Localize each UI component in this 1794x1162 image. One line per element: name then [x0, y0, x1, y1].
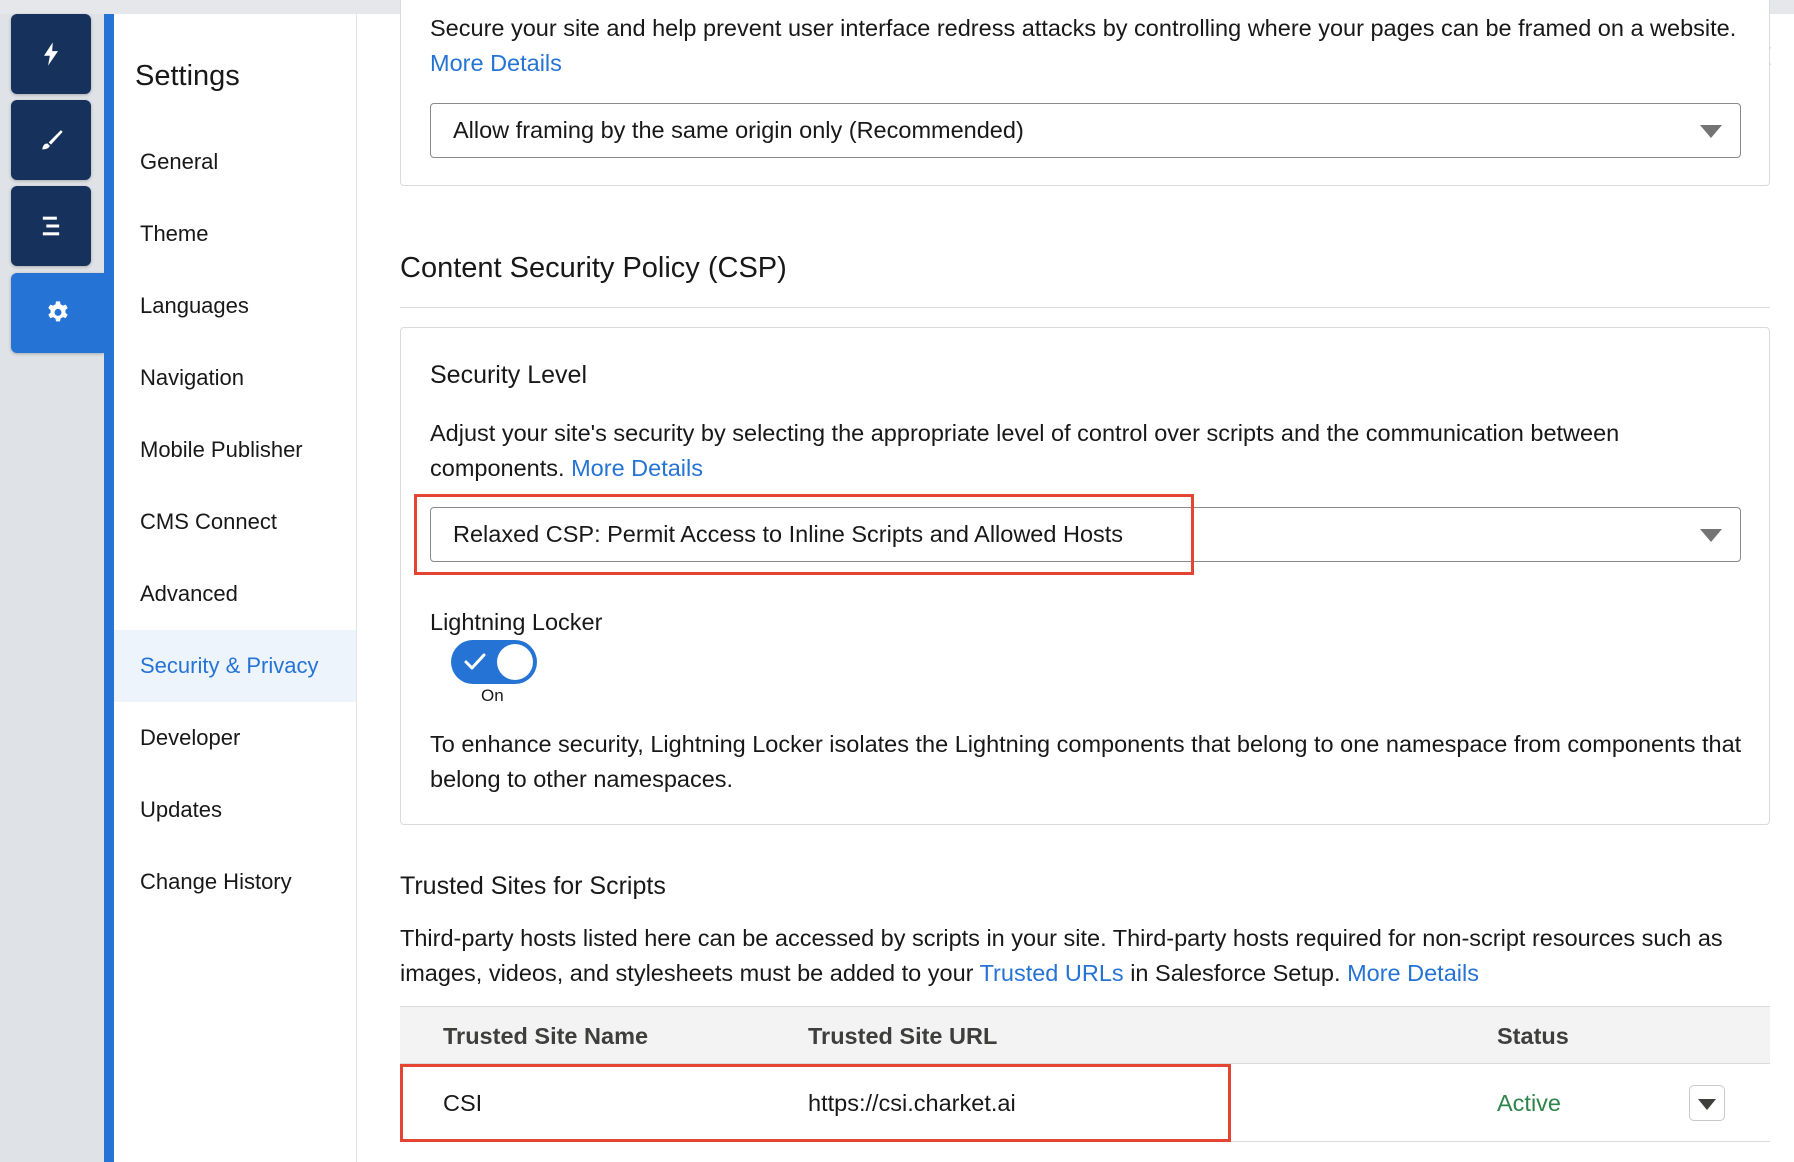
trusted-sites-table-header: Trusted Site Name Trusted Site URL Statu…: [400, 1006, 1770, 1064]
row-actions-button[interactable]: [1689, 1085, 1725, 1121]
nav-item-general[interactable]: General: [114, 126, 356, 198]
nav-item-languages[interactable]: Languages: [114, 270, 356, 342]
settings-title: Settings: [135, 60, 240, 92]
checkmark-icon: [464, 653, 486, 670]
nav-item-change-history[interactable]: Change History: [114, 846, 356, 918]
brush-icon: [42, 130, 63, 150]
column-header-status[interactable]: Status: [1497, 1007, 1569, 1065]
highlight-box-trusted-site-row: [400, 1064, 1231, 1142]
trusted-sites-description: Third-party hosts listed here can be acc…: [400, 921, 1780, 991]
trusted-sites-more-details-link[interactable]: More Details: [1347, 960, 1479, 986]
nav-item-security-privacy[interactable]: Security & Privacy: [114, 630, 356, 702]
csp-divider: [400, 307, 1770, 308]
security-level-title: Security Level: [430, 361, 588, 389]
menu-lines-icon: [42, 216, 60, 236]
settings-panel: Settings General Theme Languages Navigat…: [114, 14, 357, 1162]
column-header-url[interactable]: Trusted Site URL: [808, 1007, 997, 1065]
security-level-more-details-link[interactable]: More Details: [571, 455, 703, 481]
nav-item-cms-connect[interactable]: CMS Connect: [114, 486, 356, 558]
lightning-locker-description: To enhance security, Lightning Locker is…: [430, 731, 1742, 792]
lightning-rail-button[interactable]: [11, 14, 91, 94]
nav-item-advanced[interactable]: Advanced: [114, 558, 356, 630]
column-header-name[interactable]: Trusted Site Name: [443, 1007, 648, 1065]
clickjack-description: Secure your site and help prevent user i…: [430, 11, 1750, 81]
nav-item-developer[interactable]: Developer: [114, 702, 356, 774]
lightning-locker-toggle[interactable]: [451, 640, 537, 684]
lightning-icon: [44, 42, 58, 66]
icon-rail: [0, 14, 104, 1162]
nav-item-theme[interactable]: Theme: [114, 198, 356, 270]
status-badge: Active: [1497, 1089, 1561, 1116]
security-level-description: Adjust your site's security by selecting…: [430, 416, 1750, 486]
trusted-sites-description-text-2: in Salesforce Setup.: [1130, 960, 1341, 986]
clickjack-description-text: Secure your site and help prevent user i…: [430, 15, 1737, 41]
nav-item-mobile-publisher[interactable]: Mobile Publisher: [114, 414, 356, 486]
trusted-sites-heading: Trusted Sites for Scripts: [400, 872, 666, 900]
gear-icon: [47, 301, 68, 322]
chevron-down-icon: [1698, 1099, 1716, 1110]
clickjack-select-value: Allow framing by the same origin only (R…: [453, 117, 1024, 143]
lightning-locker-label: Lightning Locker: [430, 609, 603, 635]
settings-rail-button[interactable]: [11, 273, 104, 353]
pages-rail-button[interactable]: [11, 186, 91, 266]
highlight-box-csp-select: [414, 494, 1194, 575]
clickjack-more-details-link[interactable]: More Details: [430, 50, 562, 76]
nav-item-navigation[interactable]: Navigation: [114, 342, 356, 414]
csp-heading: Content Security Policy (CSP): [400, 252, 787, 284]
chevron-down-icon: [1700, 125, 1722, 138]
trusted-urls-link[interactable]: Trusted URLs: [980, 960, 1124, 986]
clickjack-select[interactable]: Allow framing by the same origin only (R…: [430, 103, 1741, 158]
toggle-knob: [497, 644, 533, 680]
nav-item-updates[interactable]: Updates: [114, 774, 356, 846]
chevron-down-icon: [1700, 529, 1722, 542]
theme-rail-button[interactable]: [11, 100, 91, 180]
rail-accent-bar: [104, 14, 114, 1162]
toggle-state-label: On: [481, 686, 504, 705]
